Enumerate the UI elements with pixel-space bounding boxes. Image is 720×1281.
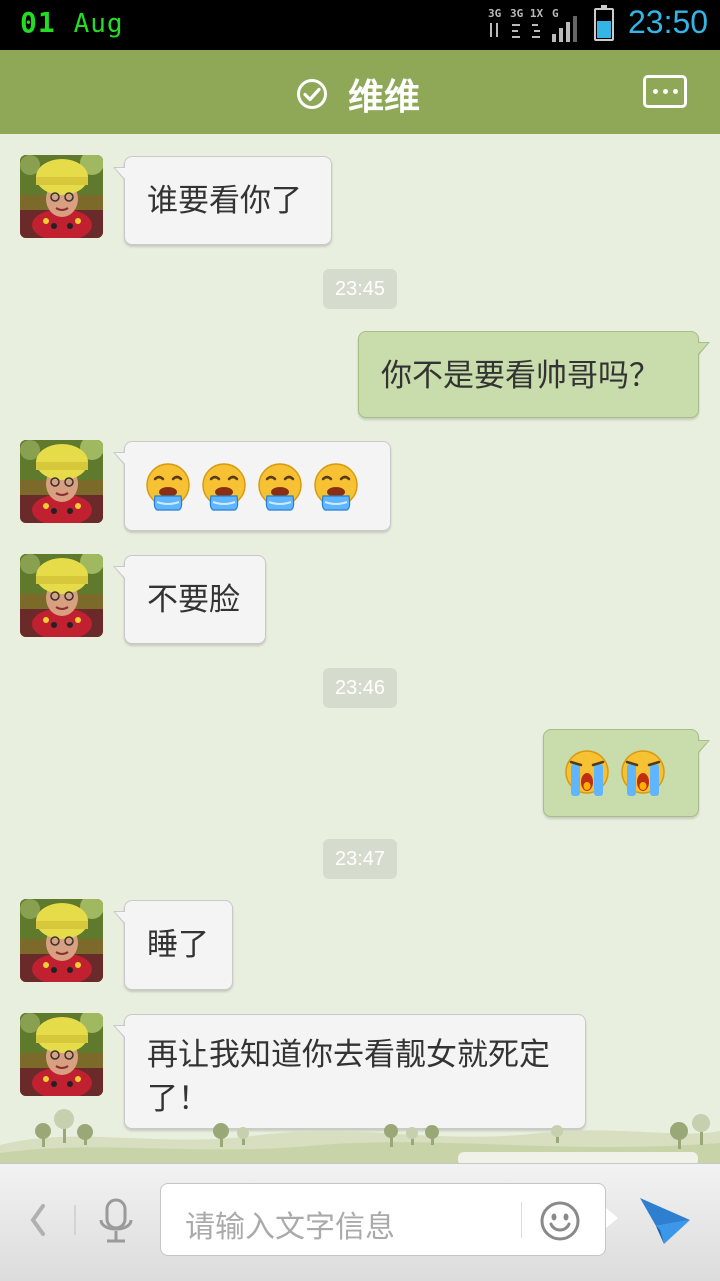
contact-avatar[interactable] bbox=[20, 554, 103, 637]
contact-avatar[interactable] bbox=[20, 155, 103, 238]
message-text: 睡了 bbox=[147, 927, 209, 963]
drooling-face-emoji bbox=[201, 462, 247, 512]
crying-face-emoji bbox=[564, 749, 610, 798]
more-dots-icon bbox=[652, 89, 658, 94]
network-label-3g1x: 3G 1X bbox=[510, 7, 543, 20]
outgoing-message-bubble[interactable]: 你不是要看帅哥吗？ bbox=[358, 331, 710, 418]
drooling-face-emoji bbox=[145, 462, 191, 512]
status-date-month: Aug bbox=[73, 9, 124, 39]
incoming-message-bubble[interactable]: 睡了 bbox=[113, 900, 233, 990]
input-placeholder: 请输入文字信息 bbox=[185, 1210, 395, 1245]
network-label-3g: 3G bbox=[488, 7, 502, 20]
status-date-day: 01 bbox=[20, 6, 56, 39]
header-zigzag-edge bbox=[0, 128, 720, 134]
drooling-face-emoji bbox=[313, 462, 359, 512]
contact-name-title: 维维 bbox=[348, 77, 421, 118]
contact-avatar[interactable] bbox=[20, 1013, 103, 1096]
incoming-message-bubble[interactable]: 不要脸 bbox=[113, 555, 266, 644]
crying-face-emoji bbox=[620, 749, 666, 798]
message-text-input[interactable]: 请输入文字信息 bbox=[160, 1183, 618, 1256]
message-timestamp: 23:47 bbox=[323, 839, 397, 879]
check-circle-icon bbox=[297, 79, 327, 109]
network-signal-icon: 3G 3G 1X G bbox=[488, 7, 577, 42]
message-text: 不要脸 bbox=[147, 582, 240, 618]
network-label-g: G bbox=[552, 7, 559, 20]
toolbar-divider bbox=[74, 1205, 76, 1235]
message-text: 你不是要看帅哥吗？ bbox=[381, 358, 660, 394]
contact-avatar[interactable] bbox=[20, 899, 103, 982]
chevron-left-icon[interactable] bbox=[25, 1200, 49, 1240]
message-timestamp: 23:45 bbox=[323, 269, 397, 309]
incoming-emoji-bubble[interactable] bbox=[113, 441, 391, 531]
bottom-landscape-decoration bbox=[0, 1109, 720, 1163]
send-plane-icon[interactable] bbox=[638, 1194, 692, 1246]
status-time: 23:50 bbox=[628, 4, 709, 40]
status-bar: 01 Aug 3G 3G 1X G 23:50 bbox=[0, 0, 720, 50]
input-divider bbox=[521, 1202, 522, 1238]
outgoing-emoji-bubble[interactable] bbox=[543, 729, 710, 817]
drooling-face-emoji bbox=[257, 462, 303, 512]
message-text: 谁要看你了 bbox=[147, 183, 302, 219]
battery-icon bbox=[594, 5, 614, 41]
status-date: 01 Aug bbox=[20, 6, 124, 39]
message-timestamp: 23:46 bbox=[323, 668, 397, 708]
contact-avatar[interactable] bbox=[20, 440, 103, 523]
chat-title-group[interactable]: 维维 bbox=[296, 76, 420, 118]
more-options-button[interactable] bbox=[643, 75, 687, 108]
incoming-message-bubble[interactable]: 谁要看你了 bbox=[113, 156, 332, 245]
smiley-icon[interactable] bbox=[539, 1200, 581, 1242]
microphone-icon[interactable] bbox=[96, 1198, 136, 1244]
